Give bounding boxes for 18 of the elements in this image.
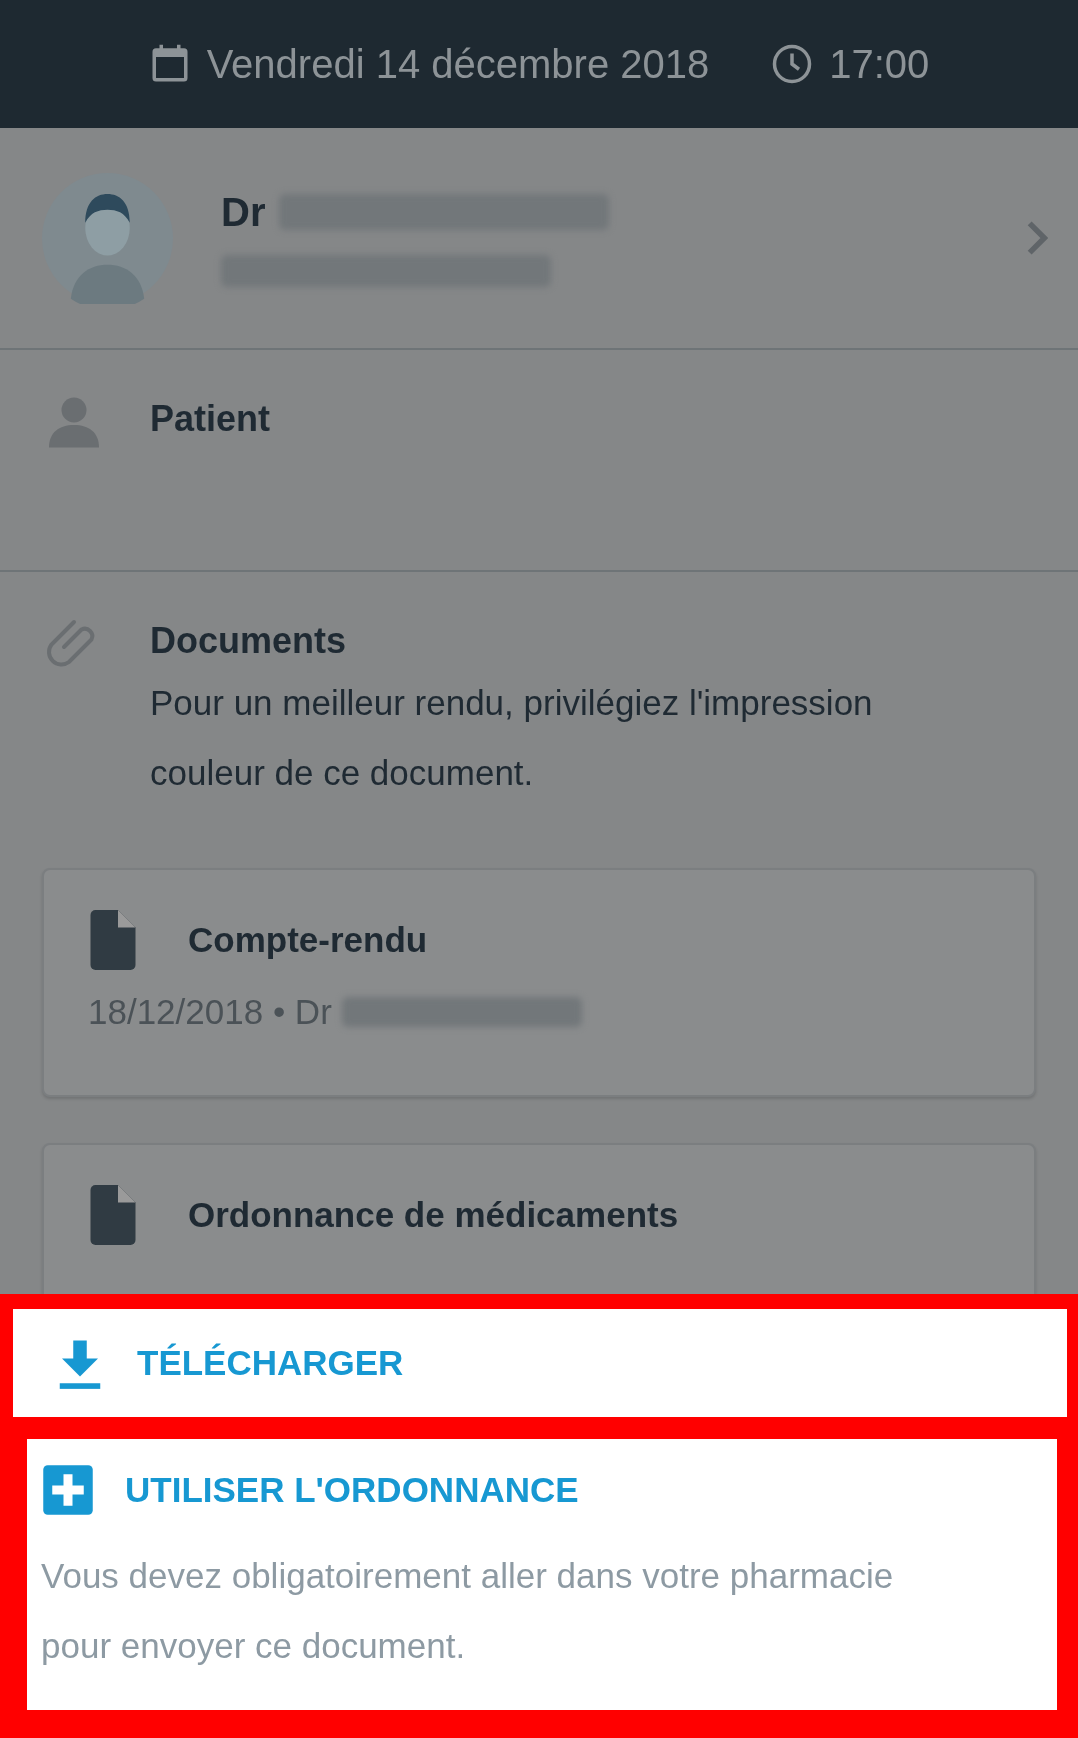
file-icon xyxy=(88,1185,138,1245)
chevron-right-icon xyxy=(1026,219,1048,257)
clock-icon xyxy=(771,43,814,85)
doctor-title: Dr xyxy=(221,189,266,235)
appointment-date: Vendredi 14 décembre 2018 xyxy=(206,41,710,87)
document-title: Compte-rendu xyxy=(188,920,428,960)
document-card[interactable]: Compte-rendu 18/12/2018 • Dr xyxy=(42,868,1036,1097)
doctor-row[interactable]: Dr xyxy=(0,128,1078,350)
document-title: Ordonnance de médicaments xyxy=(188,1195,679,1235)
section-title: Patient xyxy=(150,398,271,440)
section-title: Documents xyxy=(150,620,348,662)
plus-square-icon xyxy=(41,1463,95,1517)
action-note: Vous devez obligatoirement aller dans votre pharmacie pour envoyer ce document. xyxy=(41,1555,895,1667)
document-meta: 18/12/2018 • Dr xyxy=(88,992,332,1032)
use-prescription-button[interactable]: UTILISER L'ORDONNANCE xyxy=(41,1463,579,1517)
section-note: Pour un meilleur rendu, privilégiez l'impression couleur de ce document. xyxy=(150,682,874,794)
file-icon xyxy=(88,910,138,970)
appointment-time: 17:00 xyxy=(829,41,930,87)
